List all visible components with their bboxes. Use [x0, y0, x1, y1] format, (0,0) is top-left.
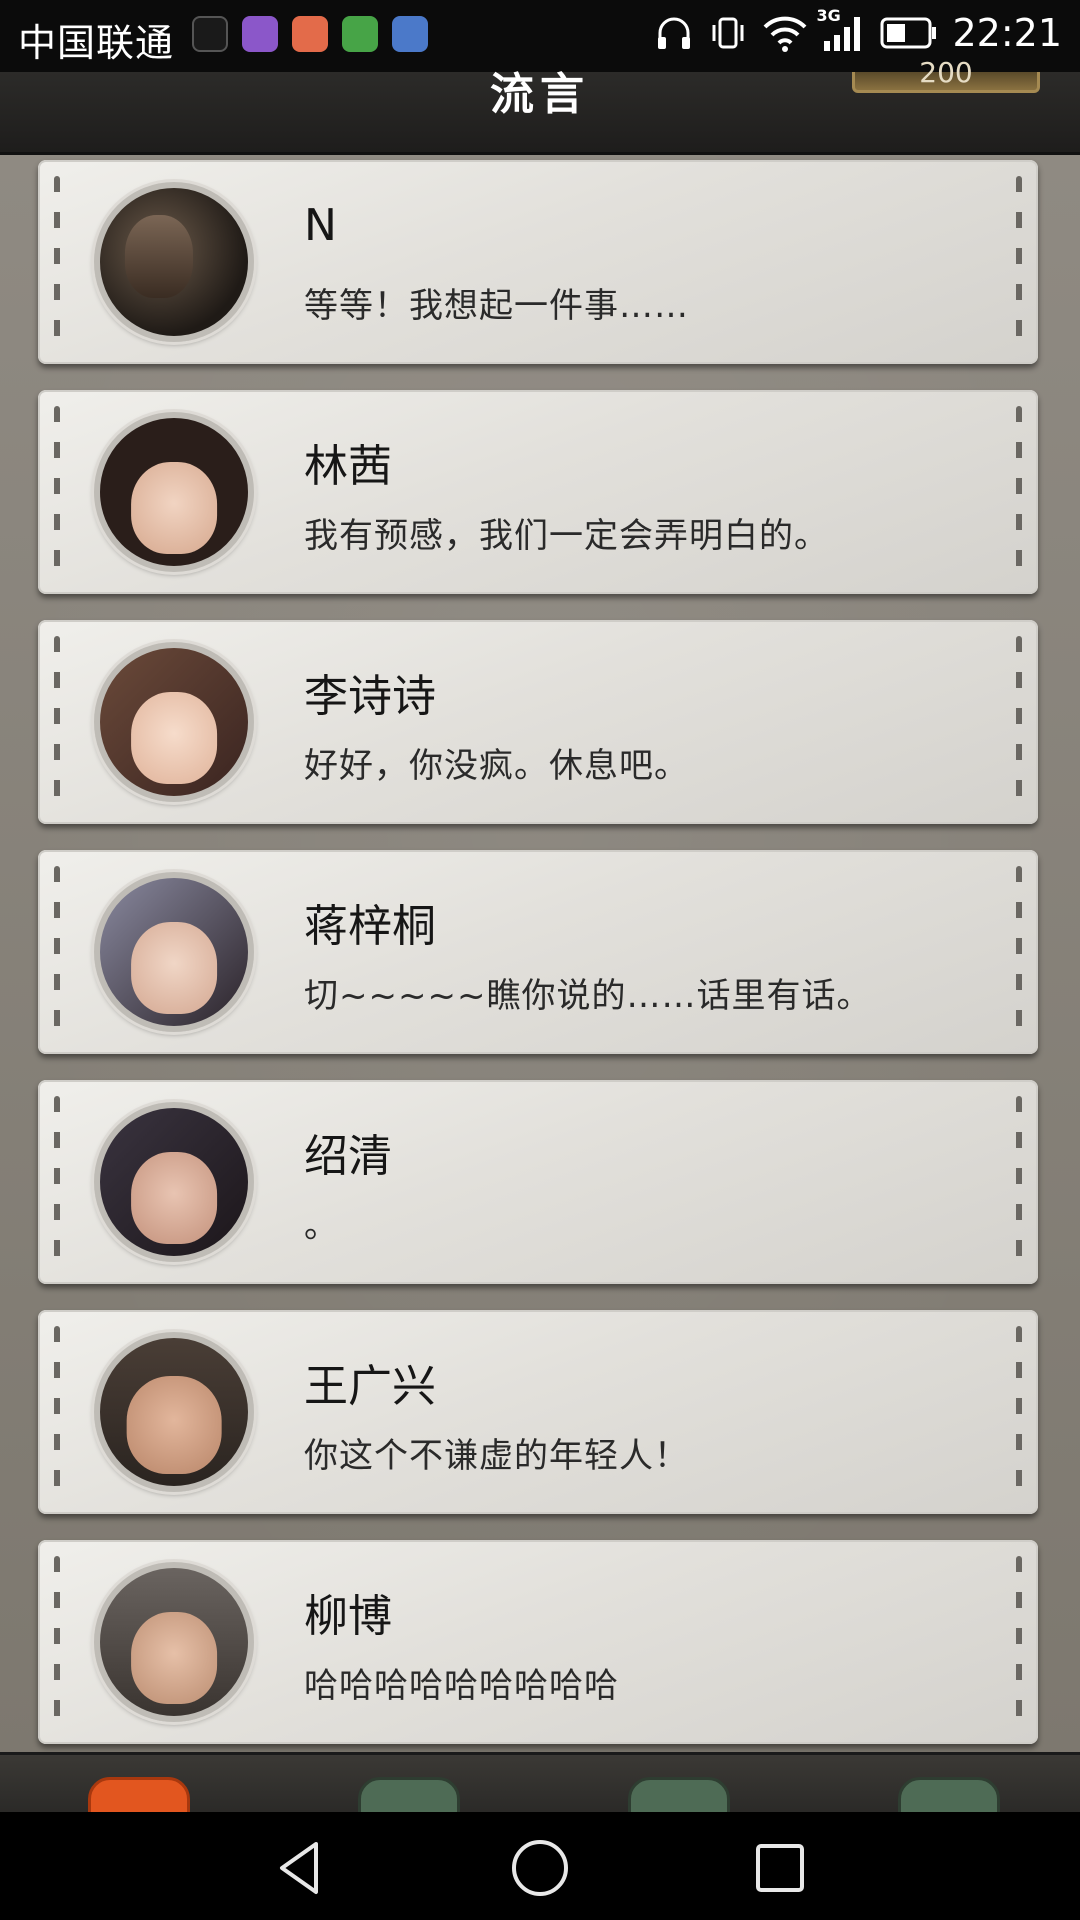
avatar — [94, 1332, 254, 1492]
system-nav-bar — [0, 1812, 1080, 1920]
network-type-label: 3G — [816, 6, 841, 25]
tab-three[interactable] — [628, 1777, 730, 1815]
chat-last-message: 切~~~~~瞧你说的……话里有话。 — [304, 976, 872, 1016]
chat-name: N — [304, 200, 337, 251]
image-notification-icon — [192, 16, 228, 52]
gallery-notification-icon — [242, 16, 278, 52]
chat-item-liubo[interactable]: 柳博 哈哈哈哈哈哈哈哈哈 — [38, 1540, 1038, 1744]
chat-last-message: 我有预感，我们一定会弄明白的。 — [304, 516, 829, 556]
clock: 22:21 — [952, 11, 1062, 55]
signal-icon: 3G — [816, 6, 866, 56]
cloud-notification-icon — [392, 16, 428, 52]
chat-item-wangguangxing[interactable]: 王广兴 你这个不谦虚的年轻人！ — [38, 1310, 1038, 1514]
avatar — [94, 182, 254, 342]
avatar — [94, 642, 254, 802]
wifi-icon — [762, 10, 808, 56]
bottom-tab-bar — [0, 1752, 1080, 1815]
coin-value: 200 — [919, 56, 973, 89]
chat-item-linxi[interactable]: 林茜 我有预感，我们一定会弄明白的。 — [38, 390, 1038, 594]
headphones-icon — [654, 10, 694, 56]
notification-icons — [192, 16, 428, 52]
tab-two[interactable] — [358, 1777, 460, 1815]
tab-messages[interactable] — [88, 1777, 190, 1815]
recents-icon[interactable] — [750, 1838, 810, 1898]
chat-item-n[interactable]: N 等等！我想起一件事…… — [38, 160, 1038, 364]
avatar — [94, 1102, 254, 1262]
avatar — [94, 412, 254, 572]
chat-name: 绍清 — [304, 1131, 392, 1182]
vibrate-icon — [708, 10, 748, 56]
chat-item-jiangzitong[interactable]: 蒋梓桐 切~~~~~瞧你说的……话里有话。 — [38, 850, 1038, 1054]
chat-name: 林茜 — [304, 441, 392, 492]
chat-last-message: 你这个不谦虚的年轻人！ — [304, 1436, 689, 1476]
chat-name: 蒋梓桐 — [304, 901, 436, 952]
home-icon[interactable] — [510, 1838, 570, 1898]
chat-item-shaoqing[interactable]: 绍清 。 — [38, 1080, 1038, 1284]
chat-list[interactable]: N 等等！我想起一件事…… 林茜 我有预感，我们一定会弄明白的。 李诗诗 好好，… — [0, 155, 1080, 1755]
apps-notification-icon — [342, 16, 378, 52]
chat-last-message: 好好，你没疯。休息吧。 — [304, 746, 689, 786]
battery-icon — [880, 10, 938, 56]
chat-item-lishishi[interactable]: 李诗诗 好好，你没疯。休息吧。 — [38, 620, 1038, 824]
chat-last-message: 。 — [304, 1206, 339, 1246]
chat-name: 李诗诗 — [304, 671, 436, 722]
chat-last-message: 等等！我想起一件事…… — [304, 286, 689, 326]
coin-counter[interactable]: 200 — [852, 56, 1040, 93]
top-header: 流言 200 — [0, 56, 1080, 155]
avatar — [94, 872, 254, 1032]
chat-last-message: 哈哈哈哈哈哈哈哈哈 — [304, 1666, 619, 1706]
chat-name: 柳博 — [304, 1591, 392, 1642]
chat-name: 王广兴 — [304, 1361, 436, 1412]
back-icon[interactable] — [270, 1838, 330, 1898]
avatar — [94, 1562, 254, 1722]
tab-four[interactable] — [898, 1777, 1000, 1815]
tools-notification-icon — [292, 16, 328, 52]
